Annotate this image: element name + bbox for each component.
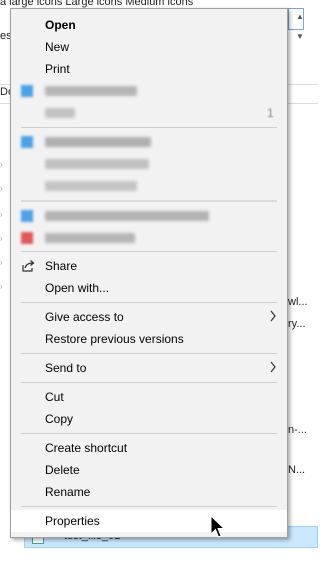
menu-item-delete[interactable]: Delete xyxy=(11,459,287,481)
nav-expand-icon[interactable]: › xyxy=(0,282,6,291)
menu-separator xyxy=(21,302,277,303)
menu-item-label: Rename xyxy=(45,485,91,499)
menu-item-label: New xyxy=(45,40,70,54)
scroll-up-icon[interactable]: ▲ xyxy=(296,12,304,21)
menu-item-cut[interactable]: Cut xyxy=(11,386,287,408)
blurred-label xyxy=(45,159,149,169)
menu-item-blurred[interactable]: 1 xyxy=(11,102,287,124)
menu-separator xyxy=(21,251,277,252)
menu-item-label: Cut xyxy=(45,390,64,404)
share-icon xyxy=(22,260,35,272)
menu-item-open[interactable]: Open xyxy=(11,14,287,36)
menu-item-send-to[interactable]: Send to xyxy=(11,357,287,379)
app-icon xyxy=(21,232,33,244)
blurred-label xyxy=(45,86,137,96)
menu-item-blurred[interactable] xyxy=(11,80,287,102)
nav-expand-icon[interactable]: › xyxy=(0,234,6,243)
menu-separator xyxy=(21,200,277,202)
menu-item-rename[interactable]: Rename xyxy=(11,481,287,503)
chevron-right-icon xyxy=(270,310,276,322)
blurred-count: 1 xyxy=(267,106,274,120)
menu-item-label: Restore previous versions xyxy=(45,332,184,346)
mouse-cursor-icon xyxy=(210,515,226,538)
menu-item-label: Print xyxy=(45,62,70,76)
app-icon xyxy=(21,85,33,97)
menu-item-label: Properties xyxy=(45,514,100,528)
nav-expand-icon[interactable]: › xyxy=(0,184,6,193)
file-name-fragment: wl... xyxy=(288,296,308,308)
menu-separator xyxy=(21,506,277,507)
menu-separator xyxy=(21,382,277,383)
menu-separator xyxy=(21,433,277,434)
blurred-label xyxy=(45,233,135,243)
menu-item-copy[interactable]: Copy xyxy=(11,408,287,430)
file-name-fragment: n-... xyxy=(288,424,307,436)
blurred-label xyxy=(45,211,209,221)
menu-item-label: Give access to xyxy=(45,310,124,324)
menu-item-label: Open with... xyxy=(45,281,110,295)
menu-item-blurred[interactable] xyxy=(11,131,287,153)
blurred-label xyxy=(45,181,137,191)
context-menu: Open New Print 1 Share Open with... Give… xyxy=(10,8,288,538)
blurred-label xyxy=(45,137,151,147)
menu-item-create-shortcut[interactable]: Create shortcut xyxy=(11,437,287,459)
chevron-right-icon xyxy=(270,361,276,373)
blurred-label xyxy=(45,108,75,118)
menu-separator xyxy=(21,127,277,128)
nav-expand-icon[interactable]: › xyxy=(0,258,6,267)
menu-item-label: Delete xyxy=(45,463,80,477)
menu-item-label: Copy xyxy=(45,412,74,426)
app-icon xyxy=(21,136,33,148)
menu-item-new[interactable]: New xyxy=(11,36,287,58)
menu-item-label: Share xyxy=(45,259,78,273)
menu-item-label: Send to xyxy=(45,361,87,375)
nav-expand-icon[interactable]: › xyxy=(0,210,6,219)
menu-item-print[interactable]: Print xyxy=(11,58,287,80)
menu-separator xyxy=(21,353,277,354)
file-name-fragment: ry... xyxy=(288,318,306,330)
file-name-fragment: N... xyxy=(288,464,306,476)
menu-item-restore-versions[interactable]: Restore previous versions xyxy=(11,328,287,350)
menu-item-blurred[interactable] xyxy=(11,205,287,227)
app-icon xyxy=(21,210,33,222)
menu-item-label: Create shortcut xyxy=(45,441,128,455)
menu-item-share[interactable]: Share xyxy=(11,255,287,277)
menu-item-open-with[interactable]: Open with... xyxy=(11,277,287,299)
nav-expand-icon[interactable]: › xyxy=(0,160,6,169)
more-options-icon[interactable]: ▼ xyxy=(296,32,304,41)
menu-item-blurred[interactable] xyxy=(11,153,287,175)
menu-item-properties[interactable]: Properties xyxy=(11,510,287,532)
menu-item-give-access[interactable]: Give access to xyxy=(11,306,287,328)
menu-item-label: Open xyxy=(45,18,76,32)
menu-item-blurred[interactable] xyxy=(11,227,287,249)
menu-item-blurred[interactable] xyxy=(11,175,287,197)
